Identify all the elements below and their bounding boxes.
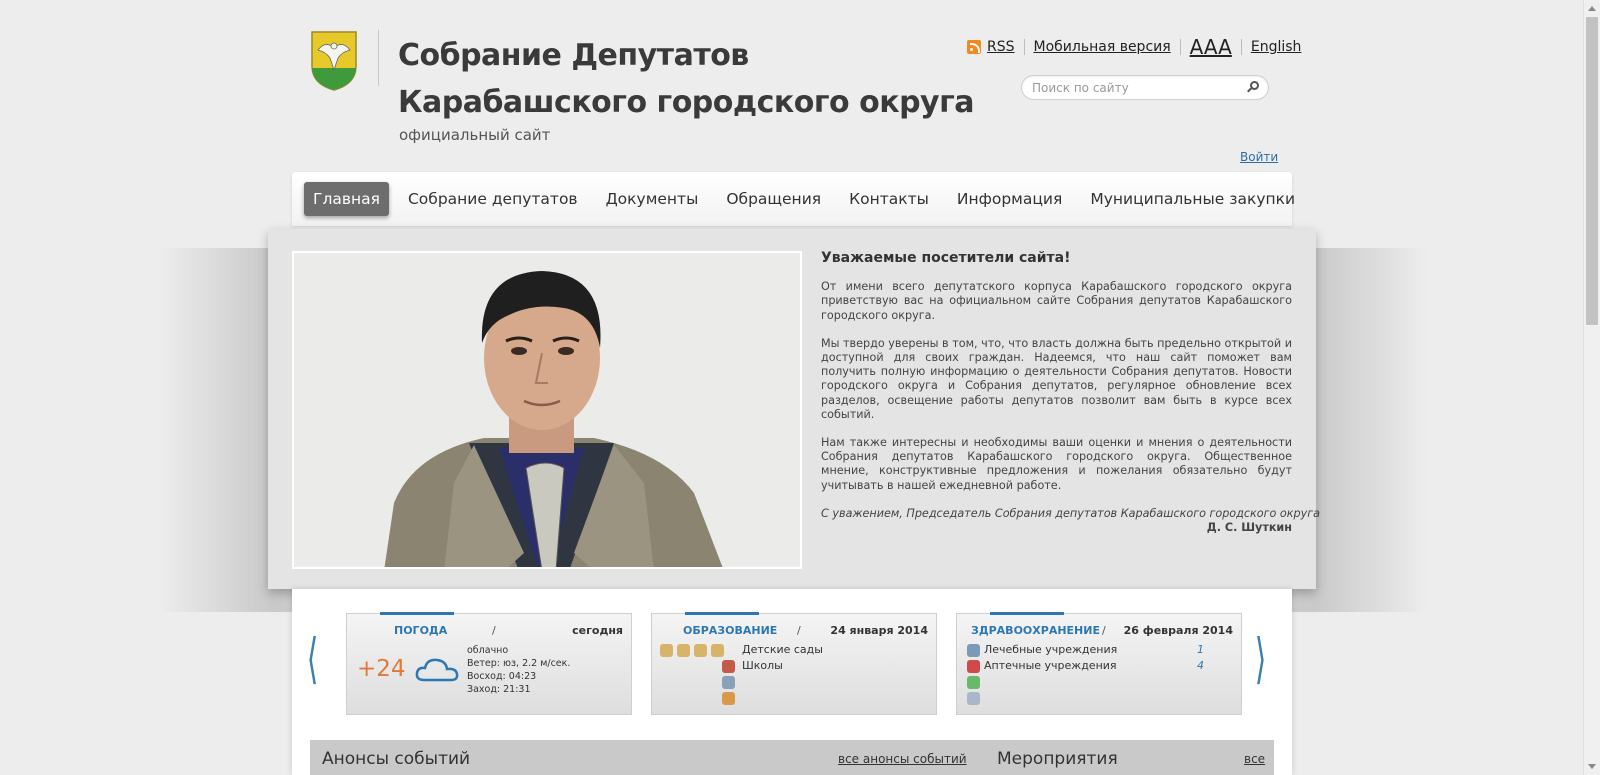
site-title-line2: Карабашского городского округа [398,85,975,120]
scroll-up-icon[interactable] [1588,6,1596,11]
welcome-paragraph-2: Мы твердо уверены в том, что, что власть… [821,336,1292,421]
health-category-link[interactable]: ЗДРАВООХРАНЕНИЕ [971,624,1100,637]
mobile-version-link[interactable]: Мобильная версия [1034,39,1171,55]
welcome-message: Уважаемые посетители сайта! От имени все… [821,250,1320,535]
page-scrollbar[interactable] [1583,0,1600,775]
welcome-paragraph-1: От имени всего депутатского корпуса Кара… [821,280,1292,322]
all-announcements-link[interactable]: все анонсы событий [838,752,967,766]
site-title-line1: Собрание Депутатов [398,38,749,73]
temperature: +24 [357,656,406,682]
list-item[interactable]: Детские сады [742,642,823,658]
main-nav: Главная Собрание депутатов Документы Обр… [292,172,1295,226]
sections-bar: Анонсы событий все анонсы событий Меропр… [310,740,1274,775]
top-links: RSS Мобильная версия AAA English [967,35,1301,59]
cloud-icon [415,656,459,682]
weather-details: облачно Ветер: юз, 2.2 м/сек. Восход: 04… [467,644,570,696]
search-icon[interactable] [1247,81,1259,93]
education-icons [660,642,728,658]
login-link[interactable]: Войти [1240,150,1278,164]
list-item[interactable]: Аптечные учреждения 4 [967,658,1227,674]
education-widget: ОБРАЗОВАНИЕ / 24 января 2014 Детские сад… [651,612,937,715]
nav-item-procurement[interactable]: Муниципальные закупки [1081,182,1304,216]
health-list: Лечебные учреждения 1 Аптечные учреждени… [967,642,1227,706]
scroll-down-icon[interactable] [1588,764,1596,769]
carousel-next-button[interactable]: ⟩ [1255,632,1267,686]
nav-item-appeals[interactable]: Обращения [717,182,830,216]
clinic-icon[interactable] [967,675,980,689]
hospital-icon [967,643,980,657]
weather-wind: Ветер: юз, 2.2 м/сек. [467,658,571,669]
ambulance-icon[interactable] [967,691,980,705]
weather-sunset: Заход: 21:31 [467,684,531,695]
school-icon[interactable] [722,659,735,673]
education-category-link[interactable]: ОБРАЗОВАНИЕ [683,624,777,637]
signature: С уважением, Председатель Собрания депут… [821,506,1320,520]
announcements-title: Анонсы событий [322,749,471,769]
signature-name: Д. С. Шуткин [1206,521,1292,535]
carousel-prev-button[interactable]: ⟨ [307,632,319,686]
scrollbar-thumb[interactable] [1586,17,1598,325]
kindergarten-icon[interactable] [711,643,724,657]
all-events-link[interactable]: все [1244,752,1265,766]
weather-date: сегодня [572,624,623,637]
kindergarten-icon[interactable] [660,643,673,657]
logo-divider [378,30,379,86]
site-subtitle: официальный сайт [399,126,551,144]
health-date: 26 февраля 2014 [1123,624,1233,637]
font-size-toggle[interactable]: AAA [1190,35,1232,59]
count: 1 [1197,643,1204,656]
weather-category-link[interactable]: ПОГОДА [394,624,447,637]
nav-item-contacts[interactable]: Контакты [840,182,938,216]
count: 4 [1197,659,1204,672]
nav-item-documents[interactable]: Документы [597,182,708,216]
education-list: Детские сады Школы [742,642,823,674]
kindergarten-icon[interactable] [694,643,707,657]
search-input[interactable] [1032,76,1242,99]
pharmacy-icon [967,659,980,673]
education-date: 24 января 2014 [830,624,928,637]
english-link[interactable]: English [1251,39,1302,55]
health-widget: ЗДРАВООХРАНЕНИЕ / 26 февраля 2014 Лечебн… [956,612,1242,715]
events-title: Мероприятия [997,749,1118,769]
weather-widget: ПОГОДА / сегодня +24 облачно Ветер: юз, … [346,612,632,715]
rss-icon[interactable] [967,40,981,54]
nav-item-deputies[interactable]: Собрание депутатов [399,182,587,216]
divider [1023,39,1025,55]
site-title[interactable]: Собрание Депутатов Карабашского городско… [398,32,975,126]
welcome-paragraph-3: Нам также интересны и необходимы ваши оц… [821,436,1292,492]
building-icon[interactable] [722,675,735,689]
nav-item-information[interactable]: Информация [948,182,1071,216]
weather-condition: облачно [467,645,509,656]
divider [1179,39,1181,55]
divider [1240,39,1242,55]
list-item[interactable]: Школы [742,658,823,674]
weather-sunrise: Восход: 04:23 [467,671,537,682]
chairman-photo [292,251,802,569]
coat-of-arms-icon[interactable] [310,30,358,92]
rss-link[interactable]: RSS [987,39,1015,55]
search-box [1021,75,1269,100]
kindergarten-icon[interactable] [677,643,690,657]
pencil-icon[interactable] [722,691,735,705]
welcome-heading: Уважаемые посетители сайта! [821,250,1071,266]
list-item[interactable]: Лечебные учреждения 1 [967,642,1227,658]
nav-item-home[interactable]: Главная [304,182,389,216]
